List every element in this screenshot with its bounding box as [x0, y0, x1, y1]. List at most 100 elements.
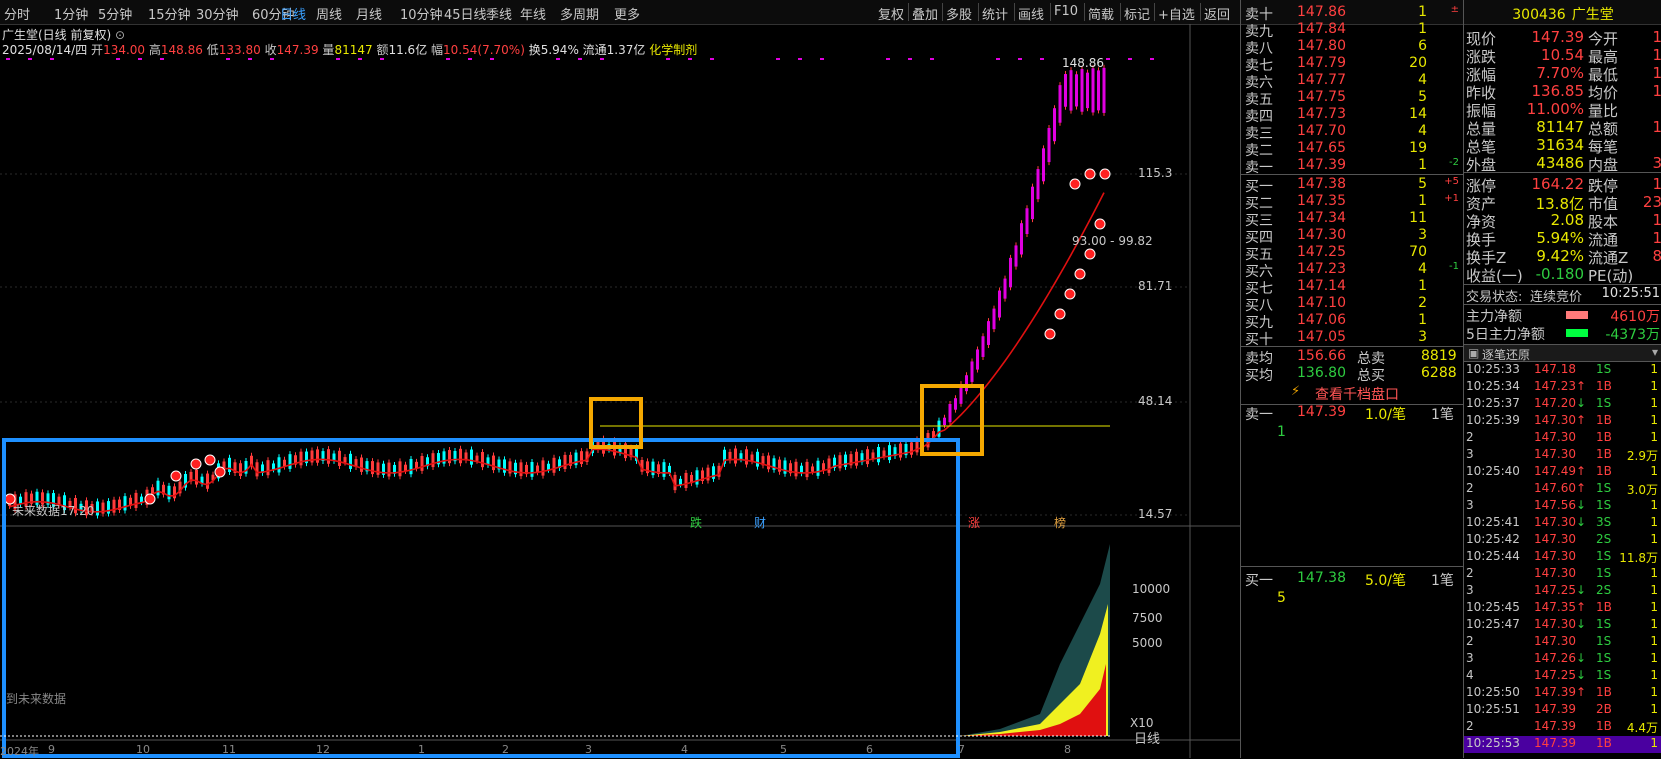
candle-body [481, 451, 484, 468]
quote-value: 43486 [1536, 154, 1584, 172]
candle-body [838, 455, 842, 469]
toolbar-divider [978, 3, 979, 21]
toolbar-button-2[interactable]: 多股 [946, 4, 972, 23]
period-tab-4[interactable]: 30分钟 [196, 4, 239, 23]
asks-row[interactable]: 卖四 147.73 14 [1241, 106, 1463, 125]
toolbar-button-9[interactable]: 返回 [1204, 4, 1230, 23]
bids-row[interactable]: 买三 147.34 11 [1241, 210, 1463, 229]
candle-body [134, 492, 138, 508]
tick-price: 147.60↑ [1534, 481, 1586, 495]
candle-body [387, 462, 391, 477]
bids-row[interactable]: 买七 147.14 1 [1241, 278, 1463, 297]
tick-count: 3.0万 [1626, 483, 1658, 497]
asks-row[interactable]: 卖六 147.77 4 [1241, 72, 1463, 91]
toolbar-button-7[interactable]: 标记 [1124, 4, 1150, 23]
lightning-icon: ⚡ [1291, 384, 1301, 399]
bids-row[interactable]: 买六 147.23 4 -1 [1241, 261, 1463, 280]
tick-row: 3 147.30 1B 2.9万 [1464, 447, 1661, 464]
period-tab-3[interactable]: 15分钟 [148, 4, 191, 23]
candle-body [805, 461, 809, 478]
toolbar-button-6[interactable]: 简载 [1088, 4, 1114, 23]
tick-price: 147.23↑ [1534, 379, 1586, 393]
toolbar-button-4[interactable]: 画线 [1018, 4, 1044, 23]
quote-row: 现价 147.39 今开 1 [1464, 28, 1661, 48]
tick-arrow: ↓ [1576, 515, 1587, 529]
period-tab-9[interactable]: 10分钟 [400, 4, 443, 23]
toolbar-button-5[interactable]: F10 [1054, 4, 1078, 19]
signal-dot [1040, 58, 1044, 60]
asks-row[interactable]: 卖十 147.86 1 ± [1241, 4, 1463, 23]
asks-volume: 1 [1418, 157, 1427, 173]
signal-dot [930, 58, 934, 60]
period-tab-11[interactable]: 季线 [486, 4, 512, 23]
tick-count: 1 [1650, 668, 1658, 682]
bids-row[interactable]: 买八 147.10 2 [1241, 295, 1463, 314]
candle-body [1042, 148, 1045, 182]
bids-row[interactable]: 买五 147.25 70 [1241, 244, 1463, 263]
bids-row[interactable]: 买九 147.06 1 [1241, 312, 1463, 331]
xaxis-tick: 3 [585, 743, 592, 756]
toolbar-button-1[interactable]: 叠加 [912, 4, 938, 23]
candle-body [404, 464, 407, 472]
asks-row[interactable]: 卖八 147.80 6 [1241, 38, 1463, 57]
kline-chart[interactable]: 广生堂(日线 前复权) ⊙ 2025/08/14/四 开134.00 高148.… [0, 24, 1240, 758]
candle-body [371, 461, 374, 475]
bids-price: 147.30 [1297, 227, 1346, 243]
tick-size: 1B [1596, 430, 1612, 444]
asks-price: 147.86 [1297, 4, 1346, 20]
depth-link[interactable]: 查看千档盘口 [1315, 384, 1399, 404]
asks-price: 147.79 [1297, 55, 1346, 71]
tick-price: 147.35↑ [1534, 600, 1586, 614]
asks-row[interactable]: 卖三 147.70 4 [1241, 123, 1463, 142]
period-tab-13[interactable]: 多周期 [560, 4, 599, 23]
period-tab-10[interactable]: 45日线 [444, 4, 487, 23]
bids-row[interactable]: 买一 147.38 5 +5 [1241, 176, 1463, 195]
period-tab-7[interactable]: 周线 [316, 4, 342, 23]
candle-body [343, 457, 347, 463]
tick-time: 10:25:51 [1466, 702, 1520, 716]
asks-row[interactable]: 卖九 147.84 1 [1241, 21, 1463, 40]
xaxis-tick: 5 [780, 743, 787, 756]
period-tab-1[interactable]: 1分钟 [54, 4, 88, 23]
asks-row[interactable]: 卖五 147.75 5 [1241, 89, 1463, 108]
signal-dot [6, 58, 10, 60]
period-tab-12[interactable]: 年线 [520, 4, 546, 23]
quote-row: 换手Z 9.42% 流通Z 8 [1464, 247, 1661, 267]
tick-price-value: 147.25 [1534, 668, 1576, 682]
asks-row[interactable]: 卖一 147.39 1 -2 [1241, 157, 1463, 176]
tick-row: 2 147.39 1B 4.4万 [1464, 719, 1661, 736]
quote-row: 总量 81147 总额 1 [1464, 118, 1661, 138]
asks-row[interactable]: 卖二 147.65 19 [1241, 140, 1463, 159]
tick-price-value: 147.26 [1534, 651, 1576, 665]
period-tab-6[interactable]: 日线 [280, 4, 306, 23]
candle-body [448, 450, 451, 464]
quote-value: 2.08 [1550, 211, 1584, 229]
ticks-header[interactable]: ▣ 逐笔还原 ▾ [1464, 344, 1661, 362]
bids-row[interactable]: 买四 147.30 3 [1241, 227, 1463, 246]
period-tab-0[interactable]: 分时 [4, 4, 30, 23]
quote-row: 涨幅 7.70% 最低 1 [1464, 64, 1661, 84]
asks-row[interactable]: 卖七 147.79 20 [1241, 55, 1463, 74]
bids-row[interactable]: 买二 147.35 1 +1 [1241, 193, 1463, 212]
tick-row: 10:25:34 147.23↑ 1B 1 [1464, 379, 1661, 396]
quote-row: 涨跌 10.54 最高 1 [1464, 46, 1661, 66]
chevron-down-icon[interactable]: ▾ [1652, 345, 1658, 359]
quote-label: 收益(一) [1466, 267, 1523, 285]
tick-size: 2B [1596, 702, 1612, 716]
buy1-per: 5.0/笔 [1365, 573, 1406, 589]
toolbar-button-0[interactable]: 复权 [878, 4, 904, 23]
trade-state-value: 连续竞价 [1530, 290, 1583, 305]
avg-buy-label: 买均 [1245, 368, 1273, 384]
period-tab-2[interactable]: 5分钟 [98, 4, 132, 23]
bids-row[interactable]: 买十 147.05 3 [1241, 329, 1463, 348]
signal-dot [138, 58, 142, 60]
stock-code: 300436 [1512, 7, 1566, 23]
signal-dot [688, 58, 692, 60]
toolbar-button-8[interactable]: +自选 [1158, 4, 1195, 23]
tick-row: 10:25:53 147.39 1B 1 [1464, 736, 1661, 753]
period-tab-8[interactable]: 月线 [356, 4, 382, 23]
xaxis-tick: 1 [418, 743, 425, 756]
period-tab-14[interactable]: 更多 [614, 4, 640, 23]
toolbar-button-3[interactable]: 统计 [982, 4, 1008, 23]
tick-count: 1 [1650, 396, 1658, 410]
